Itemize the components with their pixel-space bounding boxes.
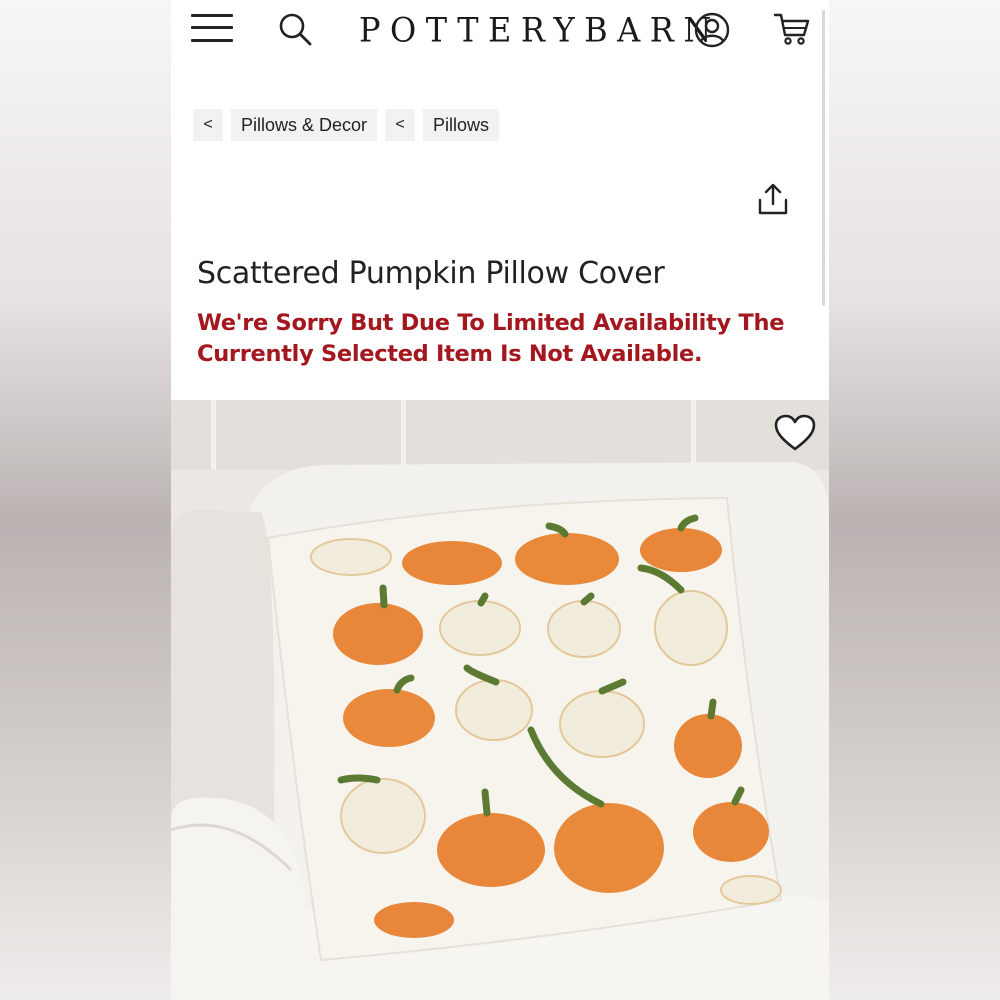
brand-logo[interactable]: POTTERYBARN: [359, 9, 711, 51]
breadcrumb-back-2[interactable]: <: [385, 109, 416, 141]
product-title: Scattered Pumpkin Pillow Cover: [197, 256, 665, 292]
pillow-photo: [171, 400, 829, 1000]
availability-message: We're Sorry But Due To Limited Availabil…: [197, 310, 785, 367]
heart-icon[interactable]: [773, 413, 817, 453]
cart-icon[interactable]: [773, 11, 811, 47]
mobile-screen: POTTERYBARN < Pillows & Decor < Pillows …: [171, 0, 829, 1000]
background-left: [0, 0, 171, 1000]
account-icon[interactable]: [694, 12, 730, 48]
background-right: [829, 0, 1000, 1000]
breadcrumb-back-1[interactable]: <: [193, 109, 223, 141]
breadcrumb: < Pillows & Decor < Pillows: [193, 109, 500, 141]
top-navigation-bar: POTTERYBARN: [171, 0, 829, 58]
menu-icon[interactable]: [191, 12, 235, 44]
breadcrumb-pillows-decor[interactable]: Pillows & Decor: [231, 109, 378, 141]
share-icon[interactable]: [755, 182, 791, 218]
breadcrumb-pillows[interactable]: Pillows: [423, 109, 500, 141]
search-icon[interactable]: [277, 11, 313, 47]
product-image[interactable]: [171, 400, 829, 1000]
